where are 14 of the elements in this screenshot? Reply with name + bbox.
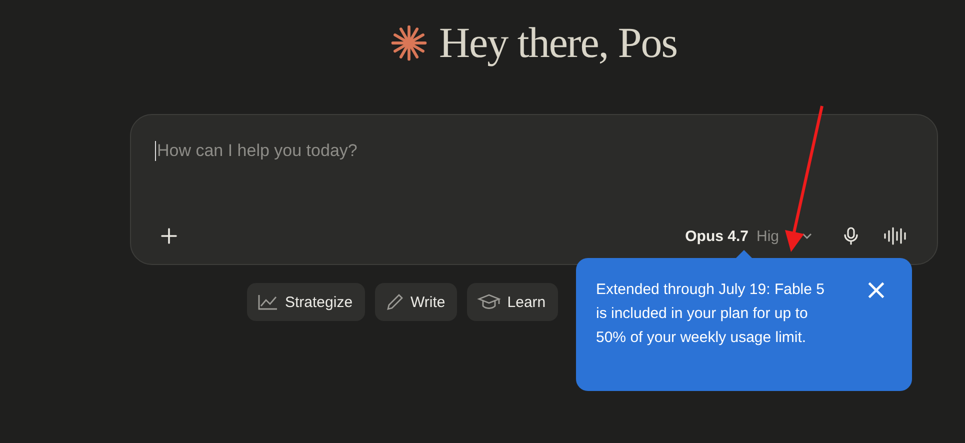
suggestion-chip[interactable]: Learn [467, 283, 558, 321]
line-chart-icon [257, 293, 279, 311]
effort-level: Hig [756, 228, 779, 244]
model-selector[interactable]: Opus 4.7 Hig [681, 224, 823, 248]
close-button[interactable]: × [860, 278, 892, 302]
pencil-icon [384, 292, 405, 312]
greeting-heading: Hey there, Pos [439, 18, 677, 68]
message-input-field[interactable]: How can I help you today? [155, 141, 913, 161]
graduation-cap-icon [477, 292, 502, 312]
suggestion-chip[interactable]: Strategize [247, 283, 365, 321]
model-name: Opus 4.7 [685, 228, 748, 244]
tooltip-text: Extended through July 19: Fable 5 is included in your plan for up to 50% of your weekly usage limit. [596, 280, 826, 348]
suggestion-chip[interactable]: Write [374, 283, 458, 321]
starburst-logo-icon [391, 25, 427, 61]
